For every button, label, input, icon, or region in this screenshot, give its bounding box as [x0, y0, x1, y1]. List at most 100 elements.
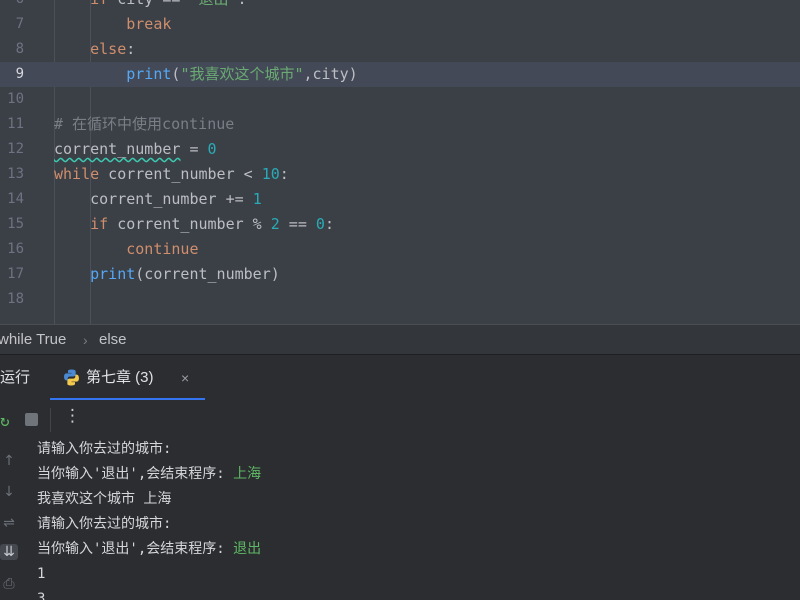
run-tool-window-header: 运行 第七章 (3) ×: [0, 354, 800, 401]
console-output[interactable]: 请输入你去过的城市: 当你输入'退出',会结束程序: 上海我喜欢这个城市 上海 请输…: [20, 440, 800, 600]
line-number[interactable]: 11: [0, 112, 24, 137]
more-options-icon[interactable]: ⋮: [64, 406, 81, 426]
line-number[interactable]: 10: [0, 87, 24, 112]
code-text: continue: [54, 237, 198, 262]
code-token: 0: [315, 215, 325, 233]
rerun-icon[interactable]: ↻: [0, 411, 10, 430]
console-text: 3: [37, 591, 46, 600]
console-text: 当你输入'退出',会结束程序:: [37, 541, 234, 557]
line-number[interactable]: 13: [0, 162, 24, 187]
scroll-to-end-icon[interactable]: ⇊: [0, 544, 18, 560]
close-icon[interactable]: ×: [181, 355, 189, 401]
console-side-toolbar: ↑ ↓ ⇌ ⇊ ⎙: [0, 440, 20, 600]
code-token: corrent_number +=: [54, 190, 253, 208]
console-line: 当你输入'退出',会结束程序: 退出: [37, 537, 261, 562]
code-text: # 在循环中使用continue: [54, 112, 234, 137]
print-icon[interactable]: ⎙: [0, 576, 18, 592]
scroll-up-icon[interactable]: ↑: [0, 453, 18, 469]
code-token: corrent_number: [54, 140, 181, 158]
console-line: 当你输入'退出',会结束程序: 上海: [37, 462, 261, 487]
scroll-down-icon[interactable]: ↓: [0, 484, 18, 500]
console-text: 当你输入'退出',会结束程序:: [37, 466, 234, 482]
code-text: corrent_number = 0: [54, 137, 217, 162]
code-token: (corrent_number): [135, 265, 280, 283]
code-token: while: [54, 165, 100, 183]
breadcrumb: while True › else: [0, 324, 800, 355]
code-line[interactable]: 7 break: [0, 12, 800, 37]
line-number[interactable]: 9: [0, 62, 24, 87]
code-line[interactable]: 11 # 在循环中使用continue: [0, 112, 800, 137]
run-window-title: 运行: [0, 369, 31, 386]
run-tab[interactable]: 第七章 (3) ×: [50, 355, 205, 401]
line-number[interactable]: 16: [0, 237, 24, 262]
console-line: 我喜欢这个城市 上海: [37, 487, 171, 512]
code-token: break: [126, 15, 172, 33]
code-line[interactable]: 15 if corrent_number % 2 == 0:: [0, 212, 800, 237]
code-editor[interactable]: 6 if city == "退出":7 break8 else:9 print(…: [0, 0, 800, 324]
console-user-input: 上海: [233, 466, 262, 482]
code-token: corrent_number <: [99, 165, 262, 183]
code-line[interactable]: 13 while corrent_number < 10:: [0, 162, 800, 187]
breadcrumb-item-while[interactable]: while True: [0, 325, 66, 355]
code-line[interactable]: 6 if city == "退出":: [0, 0, 800, 12]
run-tab-label: 第七章 (3): [86, 369, 154, 386]
code-token: :: [126, 40, 136, 58]
code-line[interactable]: 12 corrent_number = 0: [0, 137, 800, 162]
code-token: 0: [207, 140, 217, 158]
console-line: 请输入你去过的城市:: [37, 440, 171, 462]
line-number[interactable]: 12: [0, 137, 24, 162]
breadcrumb-item-else[interactable]: else: [99, 325, 127, 355]
code-text: print(corrent_number): [54, 262, 280, 287]
code-token: "退出": [189, 0, 237, 8]
code-token: print: [90, 265, 136, 283]
code-token: city ==: [108, 0, 189, 8]
line-number[interactable]: 15: [0, 212, 24, 237]
code-token: else: [90, 40, 127, 58]
console-text: 1: [37, 566, 46, 582]
line-number[interactable]: 17: [0, 262, 24, 287]
code-line[interactable]: 8 else:: [0, 37, 800, 62]
console-text: 请输入你去过的城市:: [37, 441, 172, 457]
line-number[interactable]: 6: [0, 0, 24, 12]
console-text: 我喜欢这个城市 上海: [37, 491, 172, 507]
line-number[interactable]: 8: [0, 37, 24, 62]
line-number[interactable]: 18: [0, 287, 24, 312]
code-line[interactable]: 16 continue: [0, 237, 800, 262]
code-token: corrent_number %: [108, 215, 271, 233]
code-token: 2: [270, 215, 280, 233]
line-number[interactable]: 7: [0, 12, 24, 37]
code-line-current[interactable]: 9 print("我喜欢这个城市",city): [0, 62, 800, 87]
code-token: ==: [279, 215, 316, 233]
breadcrumb-separator: ›: [83, 332, 88, 348]
code-text: if corrent_number % 2 == 0:: [54, 212, 334, 237]
code-token: :: [279, 165, 289, 183]
code-token: 1: [252, 190, 262, 208]
code-line[interactable]: 10: [0, 87, 800, 112]
console-line: 1: [37, 562, 45, 587]
code-token: if: [90, 0, 108, 8]
code-line[interactable]: 17 print(corrent_number): [0, 262, 800, 287]
stop-icon[interactable]: [25, 413, 38, 426]
code-line[interactable]: 18: [0, 287, 800, 312]
code-text: break: [54, 12, 171, 37]
code-token: 10: [261, 165, 280, 183]
code-line[interactable]: 14 corrent_number += 1: [0, 187, 800, 212]
soft-wrap-icon[interactable]: ⇌: [0, 515, 18, 531]
code-text: else:: [54, 37, 135, 62]
python-icon: [64, 369, 79, 386]
code-token: "我喜欢这个城市": [180, 65, 304, 83]
console-text: 请输入你去过的城市:: [37, 516, 172, 532]
line-number[interactable]: 14: [0, 187, 24, 212]
code-text: print("我喜欢这个城市",city): [54, 62, 358, 87]
code-token: :: [238, 0, 247, 8]
toolbar-divider: [50, 408, 51, 432]
code-token: ,city): [303, 65, 358, 83]
code-token: =: [180, 140, 208, 158]
